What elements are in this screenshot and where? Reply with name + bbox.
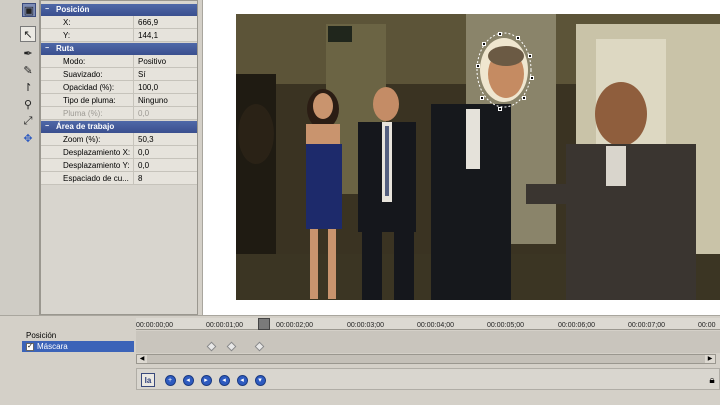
property-value[interactable]: 50,3 bbox=[133, 133, 197, 145]
property-label: Suavizado: bbox=[63, 69, 103, 79]
property-row-y[interactable]: Y: 144,1 bbox=[41, 29, 197, 42]
playhead-cursor[interactable] bbox=[258, 318, 270, 330]
scroll-right-icon[interactable]: ▶ bbox=[705, 355, 715, 363]
track-list: Posición ✓ Máscara bbox=[22, 330, 134, 376]
zoom-icon[interactable]: ⚲ bbox=[20, 96, 36, 112]
track-mask[interactable]: ✓ Máscara bbox=[22, 341, 134, 352]
bottom-strip bbox=[0, 391, 720, 405]
track-position[interactable]: Posición bbox=[22, 330, 134, 341]
ruler-tick: 00:00:02;00 bbox=[276, 322, 313, 329]
timeline-scrollbar[interactable]: ◀ ▶ bbox=[136, 354, 716, 364]
collapse-icon[interactable]: − bbox=[45, 121, 53, 133]
mask-point-handle[interactable] bbox=[528, 54, 532, 58]
track-label: Máscara bbox=[37, 342, 68, 351]
move-icon[interactable]: ✥ bbox=[20, 130, 36, 146]
keyframe-lane[interactable] bbox=[136, 331, 720, 353]
track-enable-checkbox[interactable]: ✓ bbox=[26, 342, 34, 351]
section-header-position[interactable]: − Posición bbox=[41, 4, 197, 16]
property-value: 0,0 bbox=[133, 107, 197, 119]
pen-tool-icon[interactable]: ✒ bbox=[20, 45, 36, 61]
ruler-tick: 00:00:06;00 bbox=[558, 322, 595, 329]
arrow-tool-icon[interactable]: ↖ bbox=[20, 26, 36, 42]
mask-point-handle[interactable] bbox=[498, 32, 502, 36]
property-row-mode[interactable]: Modo: Positivo bbox=[41, 55, 197, 68]
mask-point-handle[interactable] bbox=[498, 107, 502, 111]
mask-tool-icon[interactable]: ▣ bbox=[22, 3, 36, 17]
ruler-tick: 00:00 bbox=[698, 322, 716, 329]
scroll-left-icon[interactable]: ◀ bbox=[137, 355, 147, 363]
mask-point-handle[interactable] bbox=[530, 76, 534, 80]
properties-panel: − Posición X: 666,9 Y: 144,1 − Ruta Modo… bbox=[40, 0, 198, 315]
property-row-feather-type[interactable]: Tipo de pluma: Ninguno bbox=[41, 94, 197, 107]
property-value[interactable]: 100,0 bbox=[133, 81, 197, 93]
mask-generator-window: ▣ ↖ ✒ ✎ ↾ ⚲ ⤢ ✥ − Posición X: 666,9 Y: 1… bbox=[0, 0, 720, 405]
property-row-zoom[interactable]: Zoom (%): 50,3 bbox=[41, 133, 197, 146]
property-value[interactable]: 666,9 bbox=[133, 16, 197, 28]
first-keyframe-icon[interactable]: + bbox=[163, 373, 177, 387]
property-label: Opacidad (%): bbox=[63, 82, 115, 92]
mask-point-handle[interactable] bbox=[476, 64, 480, 68]
property-row-x[interactable]: X: 666,9 bbox=[41, 16, 197, 29]
zoom-pan-icon[interactable]: ⤢ bbox=[20, 113, 36, 129]
property-label: Desplazamiento Y: bbox=[63, 160, 130, 170]
collapse-icon[interactable]: − bbox=[45, 43, 53, 55]
property-value[interactable]: 144,1 bbox=[133, 29, 197, 41]
anchor-pen-icon[interactable]: ✎ bbox=[20, 62, 36, 78]
property-label: Zoom (%): bbox=[63, 134, 101, 144]
mask-point-handle[interactable] bbox=[516, 36, 520, 40]
property-value[interactable]: Sí bbox=[133, 68, 197, 80]
property-row-smoothing[interactable]: Suavizado: Sí bbox=[41, 68, 197, 81]
section-title: Posición bbox=[56, 5, 90, 14]
keyframe-toolbar: Ia + ◂ ▸ ◂ ◂ ▾ 🔒︎ bbox=[136, 368, 720, 390]
property-row-offset-y[interactable]: Desplazamiento Y: 0,0 bbox=[41, 159, 197, 172]
last-keyframe-icon[interactable]: ◂ bbox=[217, 373, 231, 387]
property-row-grid-spacing[interactable]: Espaciado de cu... 8 bbox=[41, 172, 197, 185]
add-keyframe-icon[interactable]: ◂ bbox=[235, 373, 249, 387]
property-value[interactable]: Positivo bbox=[133, 55, 197, 67]
section-title: Ruta bbox=[56, 44, 74, 53]
property-value[interactable]: 0,0 bbox=[133, 159, 197, 171]
ruler-tick: 00:00:04;00 bbox=[417, 322, 454, 329]
ruler-tick: 00:00:01;00 bbox=[206, 322, 243, 329]
next-keyframe-icon[interactable]: ▸ bbox=[199, 373, 213, 387]
preview-workspace[interactable] bbox=[202, 0, 720, 315]
ruler-tick: 00:00:05;00 bbox=[487, 322, 524, 329]
property-value[interactable]: Ninguno bbox=[133, 94, 197, 106]
sync-cursor-icon[interactable]: Ia bbox=[141, 373, 155, 387]
lock-icon[interactable]: 🔒︎ bbox=[705, 373, 719, 387]
property-row-offset-x[interactable]: Desplazamiento X: 0,0 bbox=[41, 146, 197, 159]
keyframe-timeline: Posición ✓ Máscara 00:00:00;00 00:00:01;… bbox=[0, 315, 720, 405]
video-frame[interactable] bbox=[236, 14, 720, 300]
section-title: Área de trabajo bbox=[56, 122, 115, 131]
property-value[interactable]: 0,0 bbox=[133, 146, 197, 158]
mask-point-handle[interactable] bbox=[480, 96, 484, 100]
section-header-workspace[interactable]: − Área de trabajo bbox=[41, 121, 197, 133]
track-label: Posición bbox=[26, 331, 57, 340]
ruler-tick: 00:00:03;00 bbox=[347, 322, 384, 329]
property-label: Espaciado de cu... bbox=[63, 173, 129, 183]
property-label: Y: bbox=[63, 30, 71, 40]
ruler-tick: 00:00:00;00 bbox=[136, 322, 173, 329]
property-label: Pluma (%): bbox=[63, 108, 103, 118]
anchor-convert-icon[interactable]: ↾ bbox=[20, 79, 36, 95]
mask-point-handle[interactable] bbox=[482, 42, 486, 46]
ruler-tick: 00:00:07;00 bbox=[628, 322, 665, 329]
property-label: Modo: bbox=[63, 56, 86, 66]
property-label: X: bbox=[63, 17, 71, 27]
video-frame-image bbox=[236, 14, 720, 300]
property-row-opacity[interactable]: Opacidad (%): 100,0 bbox=[41, 81, 197, 94]
tool-palette: ▣ ↖ ✒ ✎ ↾ ⚲ ⤢ ✥ bbox=[0, 0, 40, 318]
property-row-feather: Pluma (%): 0,0 bbox=[41, 107, 197, 120]
collapse-icon[interactable]: − bbox=[45, 4, 53, 16]
remove-keyframe-icon[interactable]: ▾ bbox=[253, 373, 267, 387]
property-label: Desplazamiento X: bbox=[63, 147, 131, 157]
time-ruler[interactable]: 00:00:00;00 00:00:01;00 00:00:02;00 00:0… bbox=[136, 318, 720, 330]
mask-point-handle[interactable] bbox=[522, 96, 526, 100]
property-label: Tipo de pluma: bbox=[63, 95, 116, 105]
section-header-path[interactable]: − Ruta bbox=[41, 43, 197, 55]
prev-keyframe-icon[interactable]: ◂ bbox=[181, 373, 195, 387]
property-value[interactable]: 8 bbox=[133, 172, 197, 184]
